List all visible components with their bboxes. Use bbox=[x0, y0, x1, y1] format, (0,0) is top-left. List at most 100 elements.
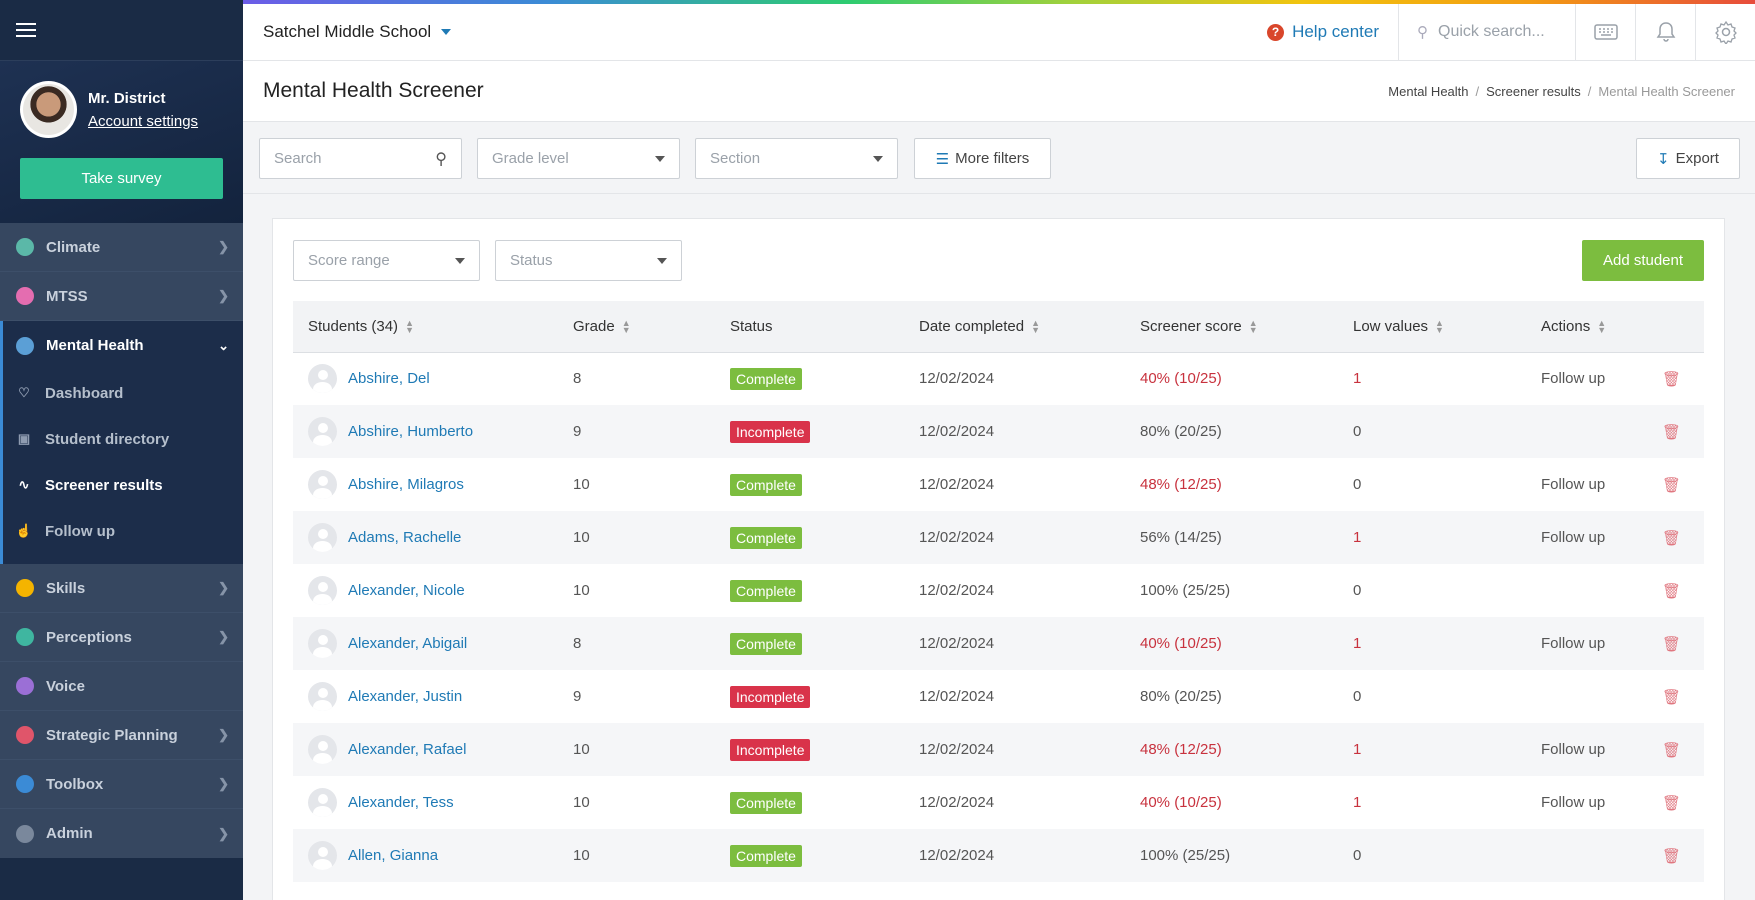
sidebar-header bbox=[0, 0, 243, 61]
school-selector[interactable]: Satchel Middle School bbox=[243, 22, 452, 42]
cell-status: Complete bbox=[715, 352, 904, 405]
sidebar-item-strategic-planning[interactable]: Strategic Planning ❯ bbox=[0, 711, 243, 760]
student-name-link[interactable]: Allen, Gianna bbox=[348, 847, 438, 864]
trash-icon[interactable]: 🗑 bbox=[1662, 423, 1681, 441]
sidebar-item-skills[interactable]: Skills ❯ bbox=[0, 564, 243, 613]
header-label: Grade bbox=[573, 317, 615, 335]
trash-icon[interactable]: 🗑 bbox=[1662, 741, 1681, 759]
grade-level-select[interactable]: Grade level bbox=[477, 138, 680, 179]
breadcrumb-item-mental-health[interactable]: Mental Health bbox=[1388, 84, 1468, 99]
sidebar-item-label: Mental Health bbox=[46, 337, 144, 354]
sidebar-item-toolbox[interactable]: Toolbox ❯ bbox=[0, 760, 243, 809]
chevron-right-icon: ❯ bbox=[218, 629, 229, 644]
student-name-link[interactable]: Alexander, Rafael bbox=[348, 741, 466, 758]
hamburger-menu-icon[interactable] bbox=[16, 23, 36, 37]
cell-student: Adams, Rachelle bbox=[293, 511, 558, 564]
column-header-date-completed[interactable]: Date completed ▲ ▼ bbox=[904, 301, 1125, 353]
user-avatar-icon bbox=[308, 629, 337, 658]
avatar[interactable] bbox=[20, 81, 77, 138]
student-name-link[interactable]: Adams, Rachelle bbox=[348, 529, 461, 546]
subnav-item-screener-results[interactable]: ∿ Screener results bbox=[3, 462, 243, 508]
student-name-link[interactable]: Abshire, Milagros bbox=[348, 476, 464, 493]
sidebar-item-perceptions[interactable]: Perceptions ❯ bbox=[0, 613, 243, 662]
sidebar-item-admin[interactable]: Admin ❯ bbox=[0, 809, 243, 858]
column-header-screener-score[interactable]: Screener score ▲ ▼ bbox=[1125, 301, 1338, 353]
trash-icon[interactable]: 🗑 bbox=[1662, 370, 1681, 388]
trash-icon[interactable]: 🗑 bbox=[1662, 847, 1681, 865]
column-header-low-values[interactable]: Low values ▲ ▼ bbox=[1338, 301, 1526, 353]
student-name-link[interactable]: Alexander, Abigail bbox=[348, 635, 467, 652]
sidebar-item-climate[interactable]: Climate ❯ bbox=[0, 223, 243, 272]
status-select[interactable]: Status bbox=[495, 240, 682, 281]
sidebar-item-voice[interactable]: Voice bbox=[0, 662, 243, 711]
user-avatar-icon bbox=[308, 364, 337, 394]
table-row: Allen, Gianna 10 Complete 12/02/2024 100% (2… bbox=[293, 829, 1704, 882]
column-header-students[interactable]: Students (34) ▲ ▼ bbox=[293, 301, 558, 353]
column-header-grade[interactable]: Grade ▲ ▼ bbox=[558, 301, 715, 353]
bell-icon[interactable] bbox=[1635, 4, 1695, 60]
cell-actions: Follow up 🗑 bbox=[1526, 617, 1704, 670]
keyboard-icon[interactable] bbox=[1575, 4, 1635, 60]
column-header-actions[interactable]: Actions ▲ ▼ bbox=[1526, 301, 1704, 353]
cell-actions: 🗑 bbox=[1526, 405, 1704, 458]
add-student-button[interactable]: Add student bbox=[1582, 240, 1704, 281]
student-name-link[interactable]: Abshire, Del bbox=[348, 370, 430, 387]
cell-score: 100% (25/25) bbox=[1125, 829, 1338, 882]
status-badge: Complete bbox=[730, 791, 802, 814]
subnav-item-dashboard[interactable]: ♡ Dashboard bbox=[3, 370, 243, 416]
more-filters-label: More filters bbox=[955, 150, 1030, 167]
cell-grade: 8 bbox=[558, 617, 715, 670]
follow-up-action[interactable]: Follow up bbox=[1541, 741, 1662, 758]
cell-date: 12/02/2024 bbox=[904, 617, 1125, 670]
trash-icon[interactable]: 🗑 bbox=[1662, 688, 1681, 706]
search-input[interactable]: Search ⚲ bbox=[259, 138, 462, 179]
cell-low-values: 0 bbox=[1353, 688, 1362, 705]
cell-date: 12/02/2024 bbox=[919, 582, 995, 599]
status-badge: Complete bbox=[730, 367, 802, 390]
score-range-select[interactable]: Score range bbox=[293, 240, 480, 281]
take-survey-button[interactable]: Take survey bbox=[20, 158, 223, 199]
trash-icon[interactable]: 🗑 bbox=[1662, 529, 1681, 547]
quick-search-placeholder: Quick search... bbox=[1438, 23, 1545, 40]
trash-icon[interactable]: 🗑 bbox=[1662, 635, 1681, 653]
follow-up-action[interactable]: Follow up bbox=[1541, 794, 1662, 811]
help-center-link[interactable]: ? Help center bbox=[1267, 22, 1398, 42]
section-select[interactable]: Section bbox=[695, 138, 898, 179]
students-table-body: Abshire, Del 8 Complete 12/02/2024 40% (10/2… bbox=[293, 352, 1704, 882]
student-name-link[interactable]: Abshire, Humberto bbox=[348, 423, 473, 440]
export-button[interactable]: ↧ Export bbox=[1636, 138, 1740, 179]
subnav-item-student-directory[interactable]: ▣ Student directory bbox=[3, 416, 243, 462]
student-name-link[interactable]: Alexander, Tess bbox=[348, 794, 454, 811]
follow-up-action[interactable]: Follow up bbox=[1541, 529, 1662, 546]
trash-icon[interactable]: 🗑 bbox=[1662, 582, 1681, 600]
question-icon: ? bbox=[1267, 23, 1285, 41]
more-filters-button[interactable]: ☰ More filters bbox=[914, 138, 1051, 179]
gear-icon[interactable] bbox=[1695, 4, 1755, 60]
subnav-item-follow-up[interactable]: ☝ Follow up bbox=[3, 508, 243, 554]
status-badge: Complete bbox=[730, 579, 802, 602]
cell-low-values: 1 bbox=[1353, 370, 1362, 388]
follow-up-action[interactable]: Follow up bbox=[1541, 476, 1662, 493]
breadcrumb-item-screener-results[interactable]: Screener results bbox=[1486, 84, 1581, 99]
user-avatar-icon bbox=[308, 788, 337, 817]
follow-up-action[interactable]: Follow up bbox=[1541, 370, 1662, 387]
cell-score: 48% (12/25) bbox=[1140, 476, 1222, 493]
status-badge: Incomplete bbox=[730, 738, 811, 761]
trash-icon[interactable]: 🗑 bbox=[1662, 476, 1681, 494]
cell-date: 12/02/2024 bbox=[919, 688, 995, 705]
sort-icon: ▲ ▼ bbox=[1435, 317, 1444, 335]
cell-low-values: 0 bbox=[1338, 829, 1526, 882]
sidebar-item-mental-health[interactable]: Mental Health ⌄ bbox=[0, 321, 243, 370]
sidebar-item-mtss[interactable]: MTSS ❯ bbox=[0, 272, 243, 321]
account-settings-link[interactable]: Account settings bbox=[88, 113, 198, 130]
user-avatar-icon bbox=[308, 417, 337, 446]
quick-search-input[interactable]: ⚲ Quick search... bbox=[1398, 4, 1575, 60]
cell-student: Alexander, Abigail bbox=[293, 617, 558, 670]
trash-icon[interactable]: 🗑 bbox=[1662, 794, 1681, 812]
sort-icon: ▲ ▼ bbox=[621, 317, 631, 335]
chevron-down-icon: ⌄ bbox=[218, 337, 229, 353]
student-name-link[interactable]: Alexander, Nicole bbox=[348, 582, 465, 599]
student-name-link[interactable]: Alexander, Justin bbox=[348, 688, 462, 705]
status-badge: Complete bbox=[730, 844, 802, 867]
follow-up-action[interactable]: Follow up bbox=[1541, 635, 1662, 652]
